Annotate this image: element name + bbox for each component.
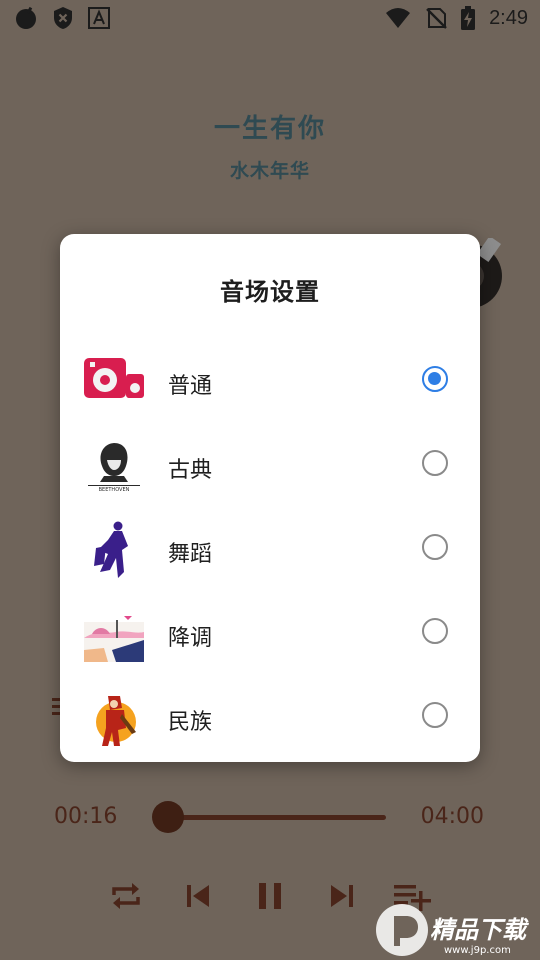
pause-icon [259,883,281,909]
radio-normal[interactable] [422,366,448,392]
shield-x-icon [54,7,72,29]
status-time: 2:49 [489,6,528,29]
option-pitch-down[interactable]: 降调 [60,592,480,676]
font-a-icon [88,7,110,29]
svg-text:精品下载: 精品下载 [430,916,530,944]
beethoven-icon: BEETHOVEN [88,443,140,493]
option-label: 普通 [168,374,213,399]
skip-next-icon [331,885,353,907]
radio-ethnic[interactable] [422,702,448,728]
option-ethnic[interactable]: 民族 [60,676,480,760]
progress-bar[interactable] [168,815,386,820]
option-label: 古典 [168,458,213,483]
next-button[interactable] [322,872,362,920]
speaker-icon [84,358,144,398]
option-normal[interactable]: 普通 [60,340,480,424]
app-circle-icon [16,6,36,29]
svg-text:BEETHOVEN: BEETHOVEN [99,487,130,493]
option-label: 民族 [168,710,213,735]
option-classical[interactable]: BEETHOVEN 古典 [60,424,480,508]
radio-pitch-down[interactable] [422,618,448,644]
progress-handle[interactable] [152,801,184,833]
battery-charging-icon [461,6,476,30]
total-time: 04:00 [420,804,484,829]
status-bar: 2:49 [0,0,540,36]
landscape-icon [84,616,144,662]
repeat-icon [112,883,140,909]
folk-musician-icon [96,696,136,746]
radio-dance[interactable] [422,534,448,560]
previous-button[interactable] [178,872,218,920]
wifi-icon [386,8,411,28]
dialog-title: 音场设置 [220,278,320,306]
dancer-icon [94,521,128,578]
option-label: 降调 [168,626,213,651]
watermark-logo: 精品下载 www.j9p.com [376,904,530,956]
song-title: 一生有你 [213,114,326,144]
song-artist: 水木年华 [229,160,310,182]
svg-text:www.j9p.com: www.j9p.com [444,945,511,956]
current-time: 00:16 [54,804,118,829]
skip-previous-icon [187,885,209,907]
sound-field-dialog: 音场设置 普通 BEETHOVEN 古典 舞蹈 降调 民族 [60,234,480,762]
option-label: 舞蹈 [168,542,213,567]
radio-classical[interactable] [422,450,448,476]
no-sim-icon [426,8,447,29]
option-dance[interactable]: 舞蹈 [60,508,480,592]
repeat-button[interactable] [106,872,146,920]
pause-button[interactable] [250,872,290,920]
